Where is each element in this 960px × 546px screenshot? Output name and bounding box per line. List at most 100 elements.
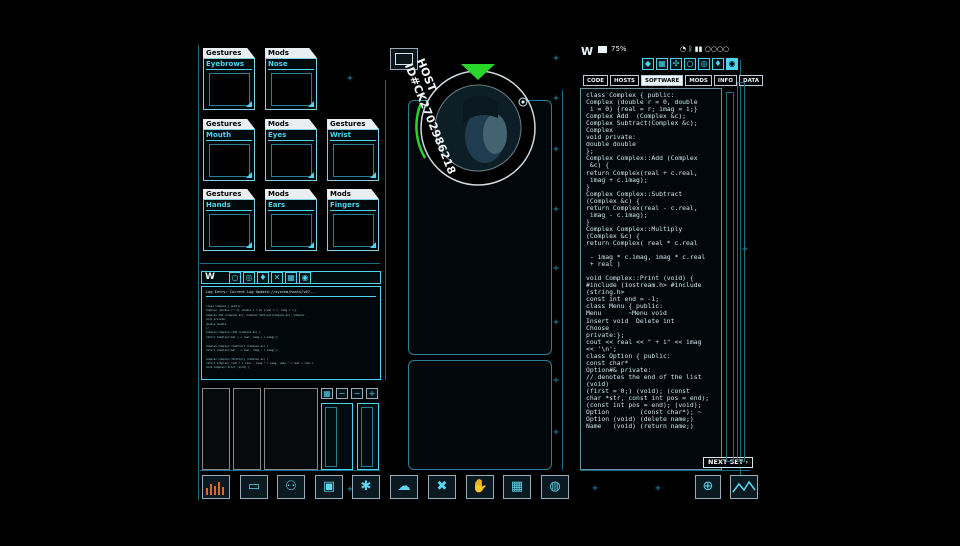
frame-line: [562, 90, 563, 470]
target-icon[interactable]: ◎: [698, 58, 710, 70]
card-name: Wrist: [330, 131, 351, 139]
crosshair: +: [655, 483, 662, 494]
crosshair: +: [553, 144, 560, 155]
card-name: Hands: [206, 201, 231, 209]
code-line: double double: [586, 140, 637, 149]
card-category: Mods: [265, 119, 317, 129]
circle-icon[interactable]: ○: [229, 272, 241, 284]
card-ears[interactable]: Mods Ears: [265, 189, 317, 251]
card-name: Eyes: [268, 131, 287, 139]
minus-button[interactable]: −: [351, 388, 363, 399]
grid-icon[interactable]: ▦: [656, 58, 668, 70]
waveform-button[interactable]: [730, 475, 758, 499]
status-icons: ◔ ᛒ ▮▮ ○○○○: [680, 45, 729, 53]
frame-line: [200, 470, 380, 471]
slot-panel: [321, 403, 353, 470]
card-name: Nose: [268, 60, 288, 68]
code-line: return Complex( real * c.real: [586, 238, 698, 247]
tools-icon[interactable]: ✖: [428, 475, 456, 499]
card-fingers[interactable]: Mods Fingers: [327, 189, 379, 251]
tab-code[interactable]: CODE: [583, 75, 609, 86]
code-listing: class Complex { public: Complex (double r…: [586, 91, 718, 431]
tool-icon[interactable]: ◆: [642, 58, 654, 70]
crosshair: +: [553, 317, 560, 328]
card-category: Gestures: [203, 189, 255, 199]
fingerprint-icon[interactable]: ◍: [541, 475, 569, 499]
log-header: Log Entry: Current Log Update://system/h…: [206, 290, 317, 294]
card-eyes[interactable]: Mods Eyes: [265, 119, 317, 181]
drop-icon[interactable]: ♦: [257, 272, 269, 284]
card-hands[interactable]: Gestures Hands: [203, 189, 255, 251]
card-nose[interactable]: Mods Nose: [265, 48, 317, 110]
crosshair: +: [553, 263, 560, 274]
fan-icon[interactable]: ✣: [670, 58, 682, 70]
logo: W: [581, 45, 594, 58]
host-id-label-wrap: HOST ID#CK2702986218: [402, 57, 458, 198]
card-name: Ears: [268, 201, 286, 209]
frame-line: [385, 80, 386, 380]
card-name: Eyebrows: [206, 60, 244, 68]
add-button[interactable]: +: [366, 388, 378, 399]
code-line: + real ): [586, 260, 621, 269]
mini-toolbar: W ○ ◎ ♦ ✕ ▦ ◉: [201, 271, 381, 284]
frame-line: [198, 45, 199, 500]
crosshair: +: [592, 483, 599, 494]
card-mouth[interactable]: Gestures Mouth: [203, 119, 255, 181]
scroll-rail[interactable]: [737, 82, 745, 462]
minus-button[interactable]: −: [336, 388, 348, 399]
cloud-icon[interactable]: ☁: [390, 475, 418, 499]
card-eyebrows[interactable]: Gestures Eyebrows: [203, 48, 255, 110]
code-tabs: CODE HOSTS SOFTWARE MODS INFO DATA: [583, 75, 763, 86]
eye-icon[interactable]: ◉: [726, 58, 738, 70]
card-category: Gestures: [327, 119, 379, 129]
card-wrist[interactable]: Gestures Wrist: [327, 119, 379, 181]
code-line: imag + c.imag);: [586, 175, 648, 184]
grid-button[interactable]: ▦: [321, 388, 333, 399]
card-category: Gestures: [203, 48, 255, 58]
crosshair: +: [553, 93, 560, 104]
grid-icon[interactable]: ▦: [503, 475, 531, 499]
tab-info[interactable]: INFO: [713, 75, 737, 86]
crosshair: +: [553, 375, 560, 386]
eye-icon[interactable]: ◉: [299, 272, 311, 284]
circle-icon[interactable]: ○: [684, 58, 696, 70]
tools-icon[interactable]: ✕: [271, 272, 283, 284]
logo: W: [205, 272, 215, 282]
slot-panel: [264, 388, 318, 470]
target-button[interactable]: ⊕: [695, 475, 721, 499]
drop-icon[interactable]: ♦: [712, 58, 724, 70]
monitor-icon[interactable]: ▭: [240, 475, 268, 499]
card-category: Mods: [265, 189, 317, 199]
scroll-rail[interactable]: [726, 92, 734, 462]
frame-line: [200, 263, 380, 264]
slot-panel: [357, 403, 379, 470]
card-name: Mouth: [206, 131, 232, 139]
tab-mods[interactable]: MODS: [685, 75, 712, 86]
display-icon: [598, 46, 607, 53]
crosshair: +: [553, 204, 560, 215]
crosshair: +: [553, 53, 560, 64]
bluetooth-icon: ᛒ: [688, 45, 693, 53]
slot-panel: [202, 388, 230, 470]
card-category: Gestures: [203, 119, 255, 129]
card-category: Mods: [265, 48, 317, 58]
tab-hosts[interactable]: HOSTS: [610, 75, 639, 86]
crosshair: +: [553, 427, 560, 438]
body-icon[interactable]: ✱: [352, 475, 380, 499]
code-line: Name (void) (return name;): [586, 422, 694, 431]
card-category: Mods: [327, 189, 379, 199]
crosshair: +: [347, 73, 354, 84]
chart-icon[interactable]: [202, 475, 230, 499]
hand-icon[interactable]: ✋: [466, 475, 494, 499]
person-network-icon[interactable]: ⚇: [277, 475, 305, 499]
battery-level: 75%: [611, 45, 627, 53]
dots-icon: ○○○○: [704, 45, 730, 53]
grid-icon[interactable]: ▦: [285, 272, 297, 284]
tab-software[interactable]: SOFTWARE: [641, 75, 684, 86]
window-icon[interactable]: ▣: [315, 475, 343, 499]
wifi-icon: ◔: [680, 45, 687, 53]
host-detail-panel: [408, 360, 552, 470]
target-icon[interactable]: ◎: [243, 272, 255, 284]
code-line: imag - c.imag);: [586, 210, 648, 219]
signal-icon: ▮▮: [694, 45, 703, 53]
